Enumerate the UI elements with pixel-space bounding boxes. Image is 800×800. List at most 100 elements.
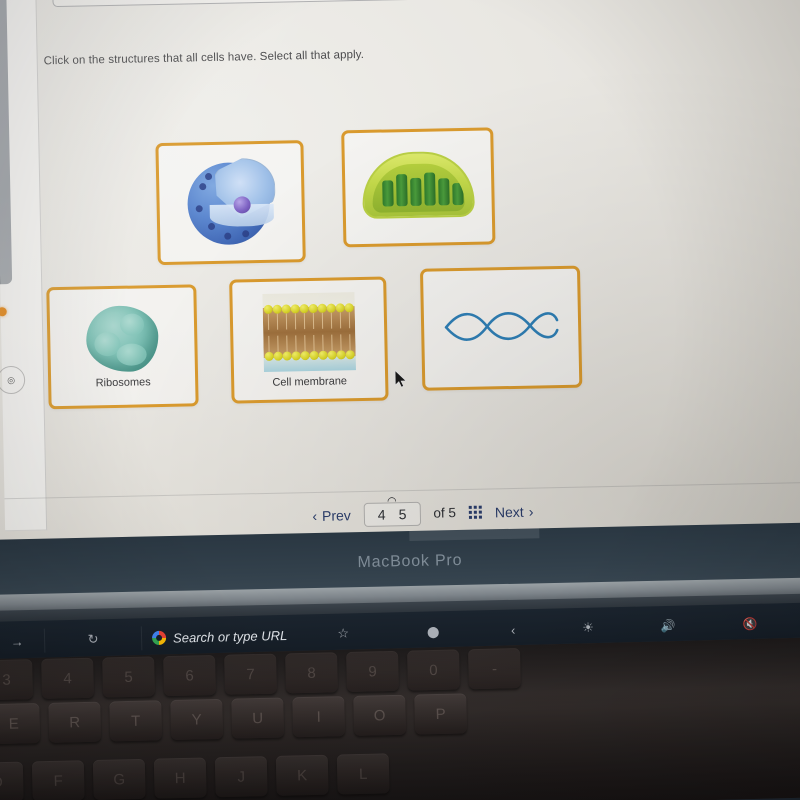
page-total-label: of 5 [433, 505, 457, 521]
keyboard-row-qwerty[interactable]: ERTYUIOP [0, 693, 468, 745]
nucleus-illustration [181, 151, 281, 249]
phospholipid-head [291, 350, 301, 360]
phospholipid-tail [285, 312, 288, 330]
macbook-brand-label: MacBook Pro [357, 551, 463, 572]
phospholipid-head [345, 349, 355, 359]
answer-card-label: Ribosomes [95, 375, 151, 389]
keyboard-key[interactable]: 8 [285, 652, 338, 694]
phospholipid-tail [321, 312, 324, 329]
answer-card-ribosomes[interactable]: Ribosomes [46, 284, 199, 410]
forward-icon[interactable]: → [0, 628, 44, 655]
page-caret-icon: ◠ [386, 494, 397, 508]
phospholipid-head [272, 304, 282, 314]
phospholipid-tail [267, 335, 270, 352]
keyboard-key[interactable]: 6 [163, 654, 216, 697]
laptop-keyboard: 34567890- ERTYUIOP DFGHJKL [0, 636, 800, 800]
download-icon[interactable]: ⬤ [389, 617, 478, 645]
brightness-icon[interactable]: ☀ [549, 614, 628, 642]
keyboard-key[interactable]: Y [170, 698, 224, 741]
keyboard-key[interactable]: I [292, 696, 346, 738]
mute-icon[interactable]: 🔇 [709, 610, 792, 638]
keyboard-key[interactable]: O [353, 694, 407, 736]
dna-illustration [442, 306, 561, 346]
phospholipid-tail [303, 312, 306, 329]
keyboard-key[interactable]: D [0, 761, 24, 800]
phospholipid-head [326, 303, 336, 313]
keyboard-key[interactable]: F [31, 760, 85, 800]
phospholipid-head [273, 351, 283, 361]
keyboard-row-numbers[interactable]: 34567890- [0, 648, 521, 701]
next-label: Next [494, 503, 524, 520]
mouse-pointer-icon [394, 369, 408, 388]
keyboard-key[interactable]: L [336, 753, 390, 795]
page-number-box[interactable]: ◠ 4 5 [363, 495, 421, 527]
photo-of-laptop: ◎ Click on the structures that all cells… [0, 0, 800, 800]
phospholipid-head [335, 302, 345, 313]
keyboard-key[interactable]: P [414, 693, 468, 735]
chevron-left-icon: ‹ [312, 507, 318, 524]
phospholipid-tail [294, 334, 297, 351]
phospholipid-tail [339, 333, 342, 350]
chevron-right-icon: › [528, 503, 534, 520]
grid-view-icon[interactable] [468, 505, 483, 519]
cell-membrane-illustration [261, 291, 356, 372]
prev-button[interactable]: ‹ Prev [312, 507, 351, 524]
phospholipid-tail [303, 334, 306, 351]
answer-card-label: Cell membrane [272, 374, 348, 389]
url-search-field[interactable]: Search or type URL [142, 627, 297, 646]
phospholipid-head [290, 303, 300, 313]
quiz-page: ◎ Click on the structures that all cells… [0, 0, 800, 575]
keyboard-key[interactable]: 3 [0, 659, 34, 701]
phospholipid-head [327, 350, 337, 360]
phospholipid-head [264, 351, 274, 361]
next-button[interactable]: Next › [495, 503, 534, 520]
keyboard-key[interactable]: 5 [102, 656, 156, 698]
keyboard-key[interactable]: R [48, 701, 102, 743]
phospholipid-head [336, 349, 346, 360]
phospholipid-tail [339, 311, 342, 328]
keyboard-key[interactable]: - [468, 648, 521, 690]
volume-up-icon[interactable]: 🔊 [627, 612, 710, 640]
ribosome-illustration [85, 304, 159, 373]
phospholipid-head [282, 350, 292, 361]
keyboard-key[interactable]: U [231, 697, 285, 739]
phospholipid-head [308, 303, 318, 313]
keyboard-key[interactable]: 7 [224, 653, 277, 695]
answer-card-chloroplast[interactable] [341, 127, 496, 248]
phospholipid-head [318, 350, 328, 360]
answer-card-nucleus[interactable] [155, 140, 306, 266]
keyboard-key[interactable]: 4 [41, 657, 95, 699]
reload-icon[interactable]: ↻ [45, 625, 142, 653]
phospholipid-tail [312, 312, 315, 329]
phospholipid-tail [321, 334, 324, 351]
keyboard-key[interactable]: J [214, 756, 268, 798]
keyboard-row-home[interactable]: DFGHJKL [0, 753, 390, 800]
keyboard-key[interactable]: G [92, 758, 146, 800]
phospholipid-head [263, 304, 273, 314]
keyboard-key[interactable]: E [0, 703, 41, 745]
phospholipid-tail [330, 334, 333, 351]
answer-card-dna[interactable] [419, 265, 583, 391]
back-chevron-icon[interactable]: ‹ [477, 616, 550, 644]
phospholipid-head [309, 350, 319, 360]
phospholipid-tail [330, 312, 333, 329]
phospholipid-tail [348, 311, 351, 328]
answer-card-cell-membrane[interactable]: Cell membrane [229, 276, 389, 404]
bookmark-star-icon[interactable]: ☆ [297, 619, 390, 647]
page-current: 4 [377, 506, 386, 523]
laptop-screen: ◎ Click on the structures that all cells… [0, 0, 800, 575]
phospholipid-head [317, 303, 327, 313]
keyboard-key[interactable]: H [153, 757, 207, 799]
phospholipid-tail [285, 334, 288, 352]
keyboard-key[interactable]: 0 [407, 649, 460, 691]
phospholipid-head [344, 302, 354, 312]
phospholipid-tail [312, 334, 315, 351]
keyboard-key[interactable]: 9 [346, 650, 399, 692]
phospholipid-tail [276, 335, 279, 352]
keyboard-key[interactable]: K [275, 754, 329, 796]
chloroplast-illustration [361, 150, 475, 219]
phospholipid-head [281, 303, 291, 314]
phospholipid-head [300, 350, 310, 360]
phospholipid-tail [276, 313, 279, 330]
keyboard-key[interactable]: T [109, 700, 163, 742]
